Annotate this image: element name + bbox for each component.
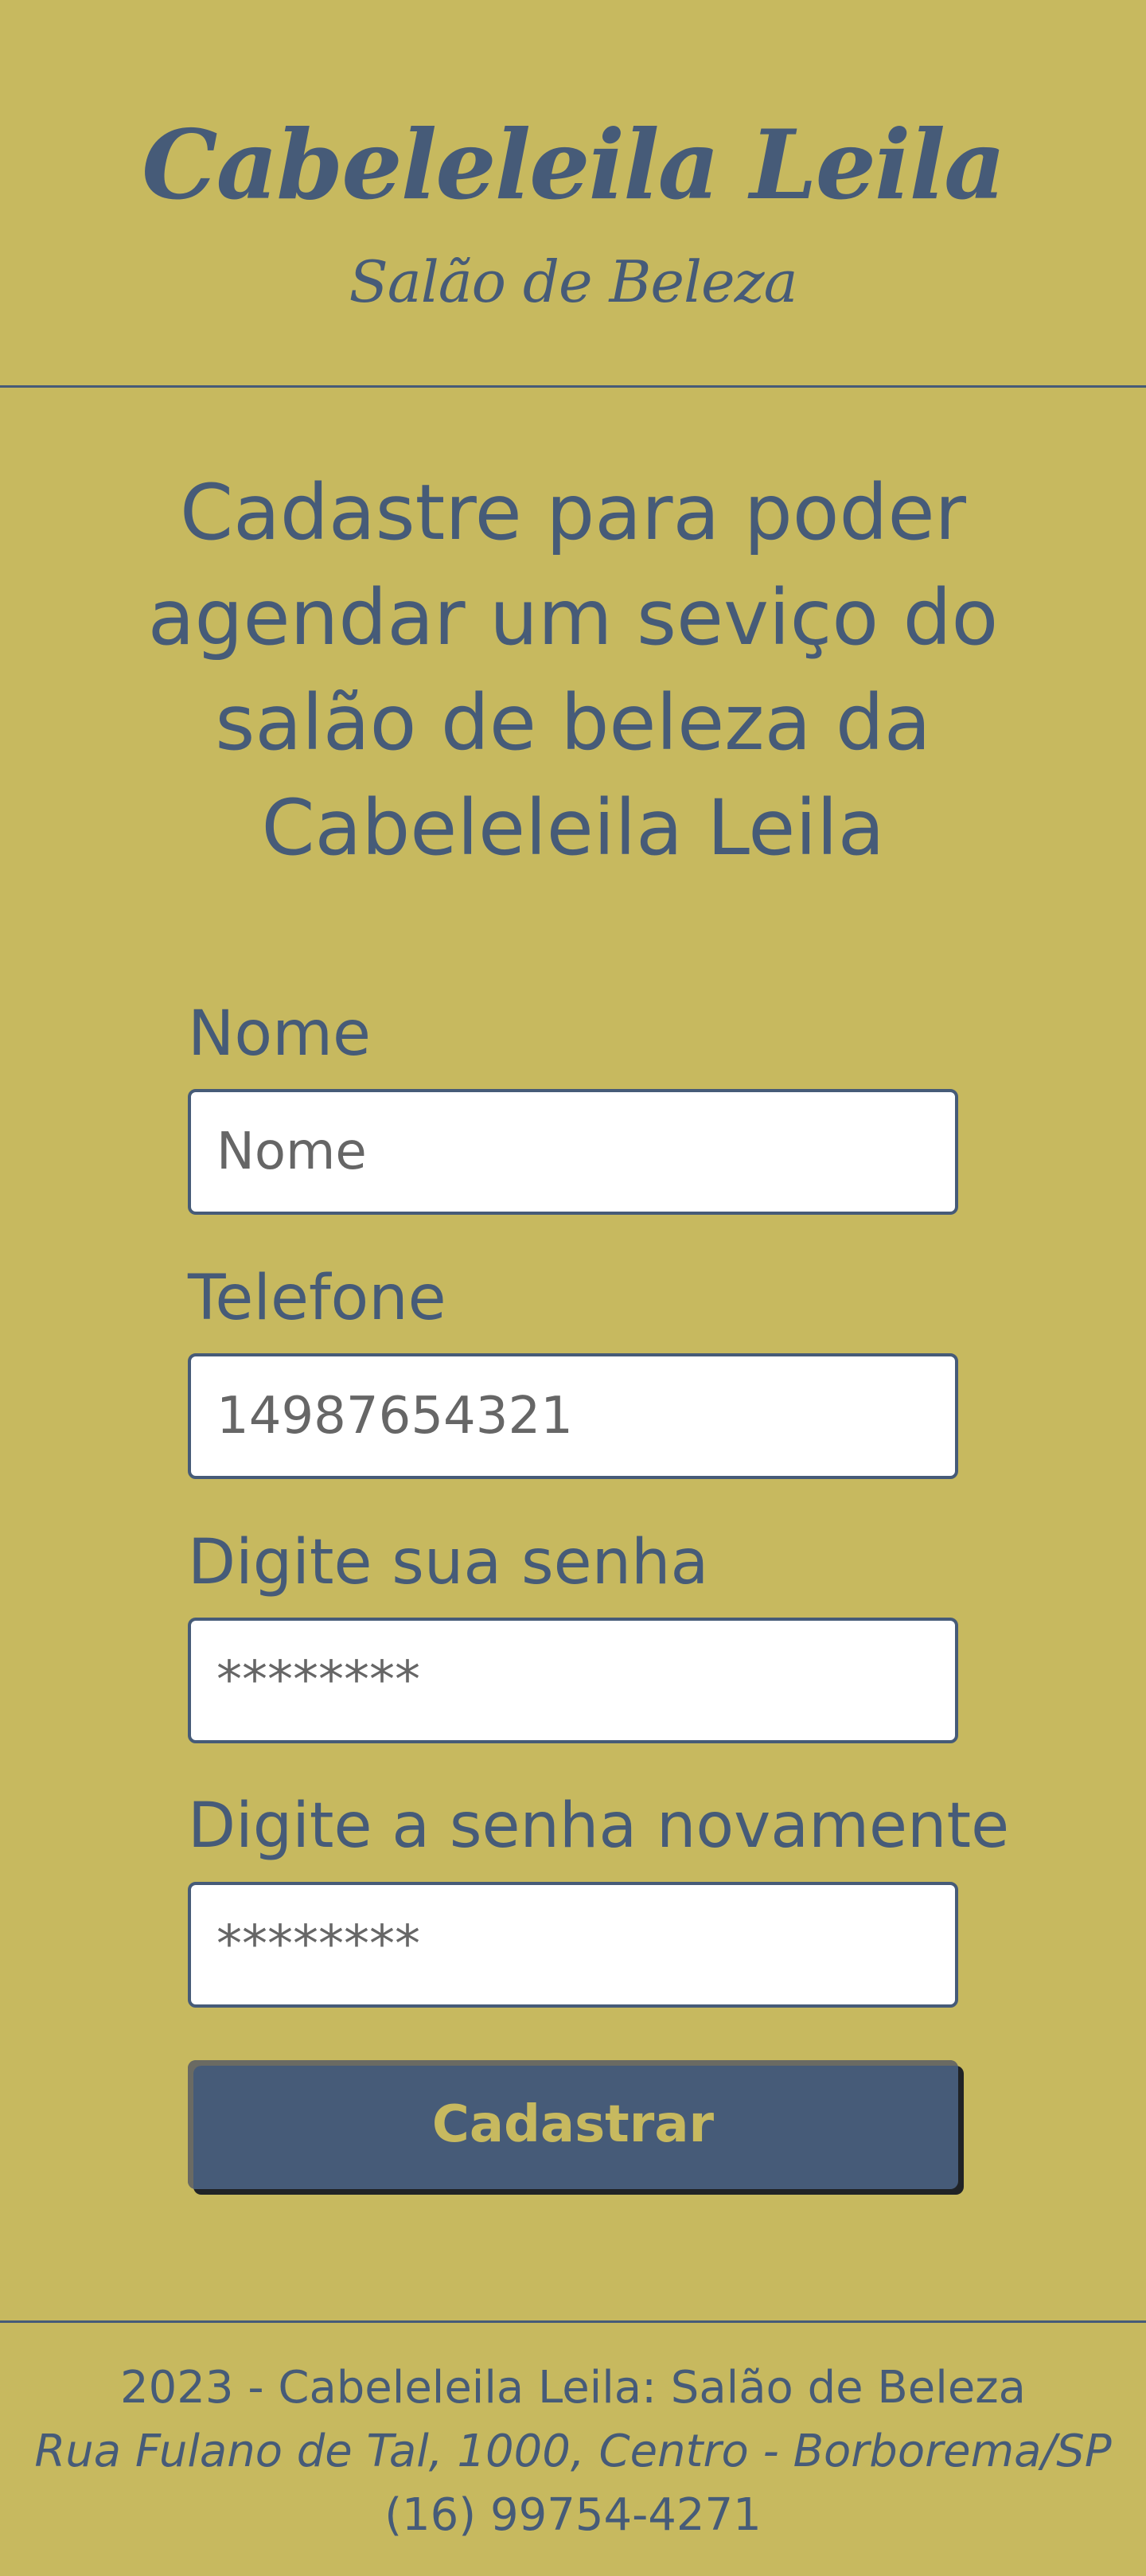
name-field[interactable] <box>188 1089 958 1215</box>
password-confirm-field[interactable] <box>188 1882 958 2008</box>
phone-label: Telefone <box>188 1263 446 1334</box>
submit-button[interactable]: Cadastrar <box>188 2060 958 2189</box>
footer-address: Rua Fulano de Tal, 1000, Centro - Borbor… <box>34 2426 1112 2477</box>
footer-copyright: 2023 - Cabeleleila Leila: Salão de Belez… <box>120 2362 1026 2414</box>
brand-subtitle: Salão de Beleza <box>349 248 797 315</box>
password-confirm-label: Digite a senha novamente <box>188 1790 1010 1862</box>
password-label: Digite sua senha <box>188 1527 709 1598</box>
brand-title: Cabeleleila Leila <box>142 109 1006 221</box>
site-footer: 2023 - Cabeleleila Leila: Salão de Belez… <box>0 2320 1146 2576</box>
site-header: Cabeleleila Leila Salão de Beleza <box>0 0 1146 388</box>
registration-intro: Cadastre para poder agendar um seviço do… <box>147 468 999 872</box>
phone-field[interactable] <box>188 1353 958 1479</box>
name-label: Nome <box>188 998 372 1070</box>
footer-phone: (16) 99754-4271 <box>384 2489 762 2541</box>
password-field[interactable] <box>188 1618 958 1743</box>
